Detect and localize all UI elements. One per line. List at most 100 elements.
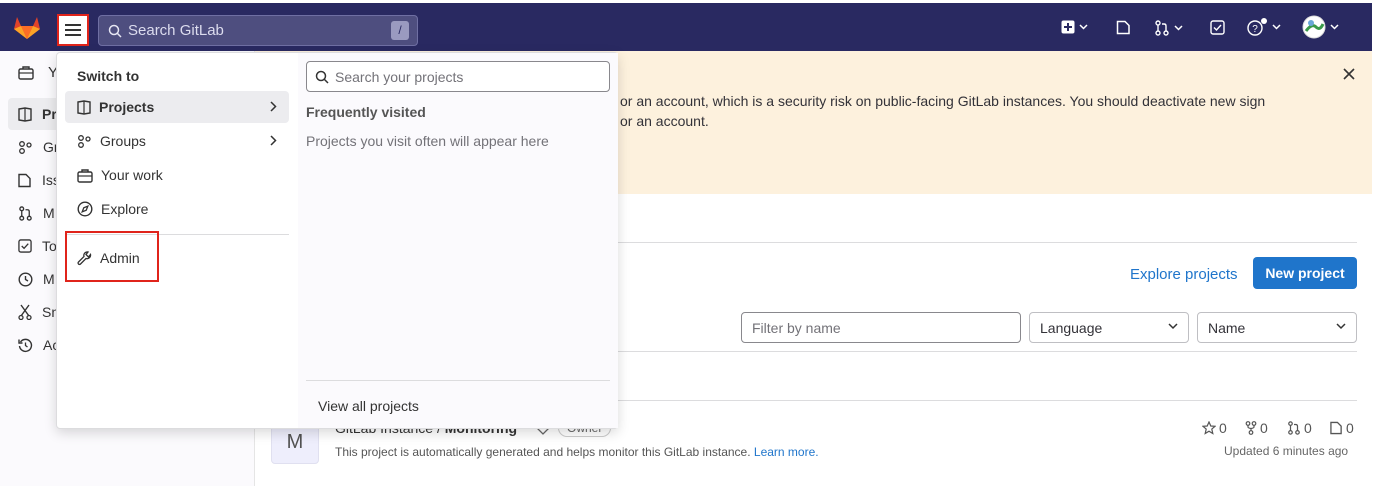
window-right-edge <box>1372 0 1390 486</box>
menu-item-admin[interactable]: Admin <box>65 242 289 274</box>
user-menu-button[interactable] <box>1302 15 1339 39</box>
top-navbar: Search GitLab / ? <box>0 3 1372 51</box>
menu-item-your-work[interactable]: Your work <box>65 159 289 191</box>
view-all-projects-link[interactable]: View all projects <box>318 398 419 414</box>
history-icon <box>18 338 33 352</box>
hamburger-icon <box>65 24 81 36</box>
merge-request-icon <box>1288 421 1300 435</box>
chevron-down-icon <box>1174 25 1183 31</box>
merge-request-icon <box>1155 20 1169 36</box>
chevron-down-icon <box>1168 323 1178 330</box>
sidebar-item-projects[interactable]: Pr <box>18 106 57 122</box>
todo-icon <box>18 239 32 253</box>
avatar <box>1302 15 1326 39</box>
sidebar-item-issues[interactable]: Iss <box>18 172 60 188</box>
project-icon <box>77 99 91 115</box>
merge-request-count[interactable]: 0 <box>1287 420 1312 436</box>
search-projects-input[interactable]: Search your projects <box>306 61 610 92</box>
issues-icon <box>1330 421 1342 435</box>
fork-count[interactable]: 0 <box>1245 420 1268 436</box>
chevron-down-icon <box>1330 24 1339 30</box>
main-menu-button[interactable] <box>57 14 89 46</box>
star-icon <box>1202 421 1216 435</box>
menu-item-groups[interactable]: Groups <box>65 125 289 157</box>
group-icon <box>78 134 91 148</box>
search-placeholder: Search GitLab <box>128 22 224 39</box>
filter-by-name-input[interactable]: Filter by name <box>741 312 1021 343</box>
sidebar-item-your-work[interactable]: Y <box>18 64 58 81</box>
issues-nav-button[interactable] <box>1116 20 1131 35</box>
sidebar-item-label: To <box>42 238 57 254</box>
language-select-value: Language <box>1040 319 1103 336</box>
search-icon <box>108 24 122 38</box>
star-count-value: 0 <box>1219 420 1227 436</box>
sidebar-item-merge-requests[interactable]: M <box>18 205 55 221</box>
issues-icon <box>1116 20 1130 35</box>
frequently-visited-heading: Frequently visited <box>306 104 426 120</box>
group-icon <box>19 140 32 154</box>
merge-request-count-value: 0 <box>1304 420 1312 436</box>
close-icon <box>1343 68 1355 80</box>
projects-panel: Search your projects Frequently visited … <box>298 53 618 428</box>
chevron-down-icon <box>1079 24 1088 30</box>
divider <box>306 380 610 381</box>
project-description: This project is automatically generated … <box>335 445 819 459</box>
chevron-right-icon <box>270 135 277 146</box>
sidebar-item-activity[interactable]: Ac <box>18 337 59 353</box>
learn-more-link[interactable]: Learn more. <box>754 445 819 459</box>
svg-text:?: ? <box>1252 24 1258 35</box>
merge-requests-nav-button[interactable] <box>1154 20 1183 36</box>
merge-request-icon <box>19 205 32 221</box>
clock-icon <box>18 271 33 287</box>
menu-item-label: Your work <box>101 167 163 183</box>
chevron-down-icon <box>1336 323 1346 330</box>
briefcase-icon <box>77 168 93 183</box>
sidebar-item-milestones[interactable]: M <box>18 271 55 287</box>
filter-placeholder: Filter by name <box>752 319 841 336</box>
help-button[interactable]: ? <box>1246 18 1281 36</box>
issue-count-value: 0 <box>1346 420 1354 436</box>
frequently-visited-empty-text: Projects you visit often will appear her… <box>306 133 549 149</box>
language-select[interactable]: Language <box>1029 312 1189 343</box>
sidebar-item-todos[interactable]: To <box>18 238 57 254</box>
wrench-icon <box>77 250 92 265</box>
menu-item-label: Explore <box>101 201 149 217</box>
search-icon <box>315 70 329 84</box>
new-project-button[interactable]: New project <box>1253 257 1357 289</box>
global-search-input[interactable]: Search GitLab / <box>98 15 418 46</box>
plus-square-icon <box>1061 20 1075 34</box>
project-description-text: This project is automatically generated … <box>335 445 751 459</box>
sidebar-item-label: M <box>43 205 55 221</box>
banner-text-line-2: or an account. <box>620 113 709 129</box>
fork-icon <box>1245 421 1257 435</box>
star-count[interactable]: 0 <box>1202 420 1227 436</box>
menu-item-explore[interactable]: Explore <box>65 193 289 225</box>
issues-icon <box>18 173 31 187</box>
todo-icon <box>1210 20 1225 35</box>
sidebar-item-groups[interactable]: Gr <box>18 139 59 155</box>
dismiss-banner-button[interactable] <box>1343 68 1355 80</box>
menu-heading: Switch to <box>77 68 140 84</box>
menu-item-projects[interactable]: Projects <box>65 91 289 123</box>
menu-item-label: Groups <box>100 133 146 149</box>
snippet-icon <box>18 304 32 320</box>
help-icon: ? <box>1247 18 1267 36</box>
project-icon <box>18 106 32 122</box>
create-new-button[interactable] <box>1061 20 1088 34</box>
sidebar-item-snippets[interactable]: Sn <box>18 304 59 320</box>
fork-count-value: 0 <box>1260 420 1268 436</box>
explore-projects-link[interactable]: Explore projects <box>1130 266 1238 283</box>
sidebar-item-label: Pr <box>42 106 57 122</box>
search-projects-placeholder: Search your projects <box>335 68 464 85</box>
menu-item-label: Projects <box>99 99 155 115</box>
todos-nav-button[interactable] <box>1210 20 1225 35</box>
issue-count[interactable]: 0 <box>1330 420 1354 436</box>
sidebar-item-label: M <box>43 271 55 287</box>
compass-icon <box>77 201 93 217</box>
search-shortcut-key: / <box>391 21 409 40</box>
briefcase-icon <box>18 66 34 80</box>
project-updated-time: Updated 6 minutes ago <box>1224 444 1349 458</box>
gitlab-logo-icon[interactable] <box>13 14 41 40</box>
banner-text-line-1: or an account, which is a security risk … <box>620 93 1266 109</box>
sort-select[interactable]: Name <box>1197 312 1357 343</box>
